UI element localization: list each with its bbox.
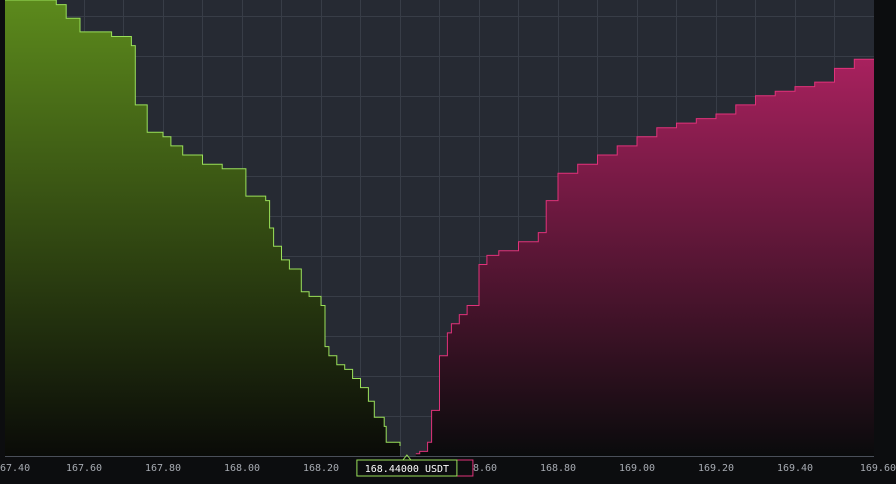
x-tick-label: 168.00 — [224, 463, 260, 474]
x-tick-label: 167.80 — [145, 463, 181, 474]
x-tick-label: 169.40 — [777, 463, 813, 474]
mid-price-label: 168.44000 USDT — [365, 464, 449, 475]
x-tick-label: 168.20 — [303, 463, 339, 474]
x-tick-label: 167.60 — [66, 463, 102, 474]
x-tick-label: 168.80 — [540, 463, 576, 474]
plot-left-border — [0, 0, 5, 484]
x-tick-label: 169.00 — [619, 463, 655, 474]
x-tick-label: 169.60 — [860, 463, 896, 474]
x-tick-label: 67.40 — [0, 463, 30, 474]
depth-chart: 67.40167.60167.80168.00168.20168.40168.6… — [0, 0, 896, 484]
x-tick-label: 169.20 — [698, 463, 734, 474]
